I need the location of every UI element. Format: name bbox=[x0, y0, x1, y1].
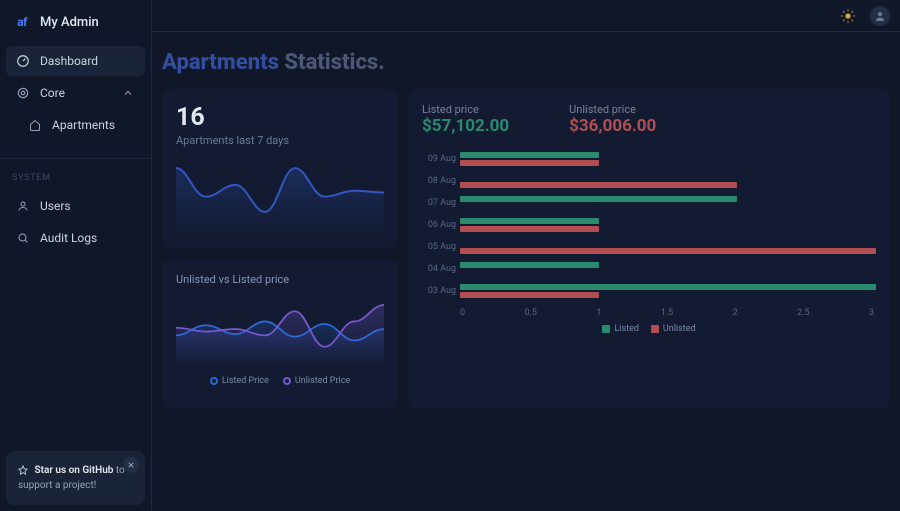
github-promo: Star us on GitHub to support a project! bbox=[6, 451, 145, 505]
swatch-icon bbox=[651, 325, 659, 333]
hbar-label: 07 Aug bbox=[422, 198, 456, 208]
kpi-sparkline bbox=[176, 157, 384, 233]
nav-core[interactable]: Core bbox=[6, 78, 145, 108]
hbar-label: 06 Aug bbox=[422, 220, 456, 230]
hbar-listed bbox=[460, 262, 599, 268]
hbar-row: 09 Aug bbox=[460, 148, 876, 170]
logo-icon: af bbox=[12, 12, 32, 32]
hbar-row: 05 Aug bbox=[460, 236, 876, 258]
legend-listed: Listed bbox=[602, 324, 638, 334]
kpi-label: Apartments last 7 days bbox=[176, 134, 384, 147]
sidebar: af My Admin Dashboard Core Apartments SY… bbox=[0, 0, 152, 511]
hbar-listed bbox=[460, 284, 876, 290]
nav-users[interactable]: Users bbox=[6, 191, 145, 221]
nav-audit-label: Audit Logs bbox=[40, 231, 97, 245]
nav-apartments[interactable]: Apartments bbox=[6, 110, 145, 140]
hbar-label: 05 Aug bbox=[422, 242, 456, 252]
legend-unlisted-price: Unlisted Price bbox=[283, 376, 350, 386]
brand[interactable]: af My Admin bbox=[0, 0, 151, 46]
hbar-listed bbox=[460, 152, 599, 158]
section-system-label: SYSTEM bbox=[0, 158, 151, 191]
axis-tick: 0 bbox=[460, 308, 465, 318]
listed-price-value: $57,102.00 bbox=[422, 116, 509, 136]
vs-price-chart bbox=[176, 294, 384, 372]
unlisted-price-value: $36,006.00 bbox=[569, 116, 656, 136]
dot-icon bbox=[210, 377, 218, 385]
unlisted-price-label: Unlisted price bbox=[569, 103, 656, 116]
page-title-muted: Statistics. bbox=[279, 50, 385, 75]
card-hbars: Listed price $57,102.00 Unlisted price $… bbox=[408, 89, 890, 409]
vs-price-title: Unlisted vs Listed price bbox=[176, 273, 384, 286]
hbar-listed bbox=[460, 218, 599, 224]
page-title-accent: Apartments bbox=[162, 50, 279, 75]
hbar-row: 07 Aug bbox=[460, 192, 876, 214]
price-summary: Listed price $57,102.00 Unlisted price $… bbox=[422, 103, 876, 136]
hbar-unlisted bbox=[460, 226, 599, 232]
user-icon bbox=[874, 10, 886, 22]
axis-tick: 1.5 bbox=[661, 308, 674, 318]
gauge-icon bbox=[16, 54, 30, 68]
nav-audit[interactable]: Audit Logs bbox=[6, 223, 145, 253]
axis-tick: 2 bbox=[733, 308, 738, 318]
hbar-row: 03 Aug bbox=[460, 280, 876, 302]
card-vs-price: Unlisted vs Listed price Listed Price Un… bbox=[162, 259, 398, 409]
brand-title: My Admin bbox=[40, 15, 99, 30]
hbar-legend: Listed Unlisted bbox=[422, 324, 876, 334]
home-icon bbox=[28, 118, 42, 132]
chevron-up-icon bbox=[121, 86, 135, 100]
hbar-row: 06 Aug bbox=[460, 214, 876, 236]
hbar-axis: 0 0.5 1 1.5 2 2.5 3 bbox=[422, 308, 876, 318]
nav-main: Dashboard Core Apartments bbox=[0, 46, 151, 140]
swatch-icon bbox=[602, 325, 610, 333]
hbar-unlisted bbox=[460, 182, 737, 188]
hbar-row: 04 Aug bbox=[460, 258, 876, 280]
listed-price-label: Listed price bbox=[422, 103, 509, 116]
close-icon[interactable] bbox=[123, 457, 139, 473]
legend-unlisted: Unlisted bbox=[651, 324, 696, 334]
sun-icon bbox=[840, 8, 856, 24]
kpi-value: 16 bbox=[176, 103, 384, 132]
axis-tick: 1 bbox=[596, 308, 601, 318]
hbar-listed bbox=[460, 196, 737, 202]
legend-listed-price: Listed Price bbox=[210, 376, 269, 386]
dot-icon bbox=[283, 377, 291, 385]
page-title: Apartments Statistics. bbox=[162, 50, 890, 75]
hbar-unlisted bbox=[460, 292, 599, 298]
user-icon bbox=[16, 199, 30, 213]
nav-dashboard[interactable]: Dashboard bbox=[6, 46, 145, 76]
nav-system: Users Audit Logs bbox=[0, 191, 151, 253]
hbar-label: 08 Aug bbox=[422, 176, 456, 186]
axis-tick: 2.5 bbox=[797, 308, 810, 318]
nav-apartments-label: Apartments bbox=[52, 118, 115, 132]
stack-icon bbox=[16, 86, 30, 100]
hbar-chart: 09 Aug 08 Aug 07 Aug 06 Aug 05 Aug 04 Au… bbox=[422, 148, 876, 302]
nav-dashboard-label: Dashboard bbox=[40, 54, 98, 68]
avatar[interactable] bbox=[870, 6, 890, 26]
axis-tick: 0.5 bbox=[524, 308, 537, 318]
topbar bbox=[152, 0, 900, 32]
search-icon bbox=[16, 231, 30, 245]
hbar-label: 03 Aug bbox=[422, 286, 456, 296]
main: Apartments Statistics. 16 Apartments las… bbox=[152, 32, 900, 511]
axis-tick: 3 bbox=[869, 308, 874, 318]
nav-users-label: Users bbox=[40, 199, 71, 213]
nav-core-label: Core bbox=[40, 86, 65, 100]
github-promo-strong[interactable]: Star us on GitHub bbox=[34, 465, 113, 476]
star-icon bbox=[18, 465, 30, 476]
vs-price-legend: Listed Price Unlisted Price bbox=[176, 376, 384, 386]
hbar-label: 04 Aug bbox=[422, 264, 456, 274]
hbar-unlisted bbox=[460, 160, 599, 166]
card-kpi: 16 Apartments last 7 days bbox=[162, 89, 398, 249]
hbar-unlisted bbox=[460, 248, 876, 254]
hbar-row: 08 Aug bbox=[460, 170, 876, 192]
theme-toggle[interactable] bbox=[836, 4, 860, 28]
hbar-label: 09 Aug bbox=[422, 154, 456, 164]
